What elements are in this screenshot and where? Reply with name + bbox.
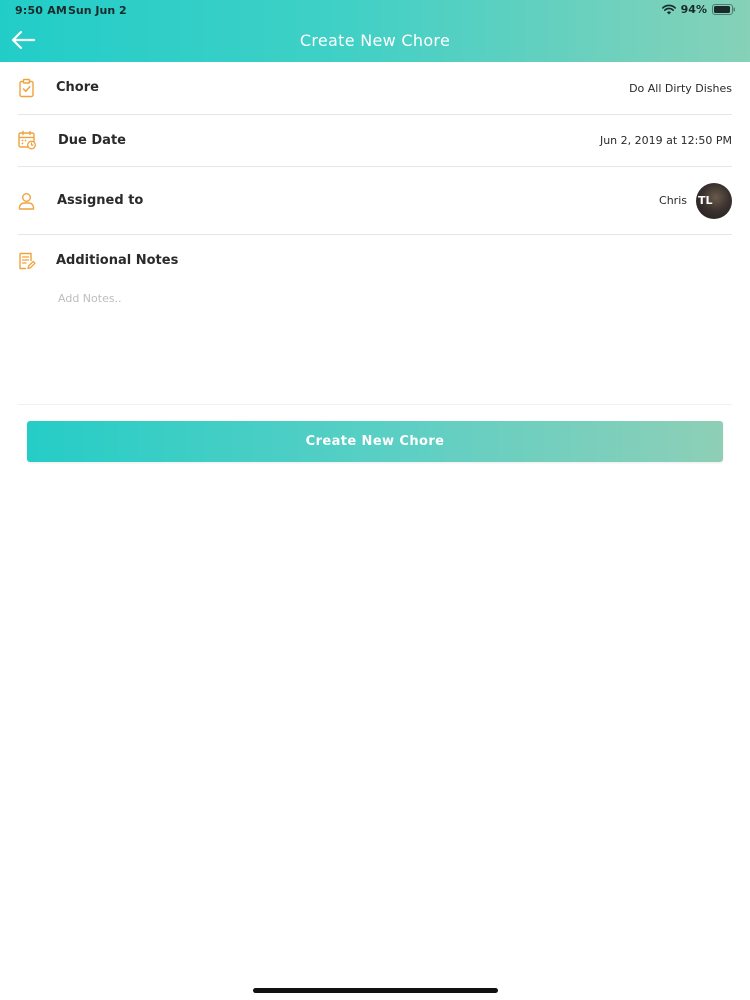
clipboard-check-icon	[17, 78, 37, 98]
notes-input[interactable]	[58, 292, 718, 392]
chore-row[interactable]: Chore Do All Dirty Dishes	[0, 62, 750, 114]
notes-label: Additional Notes	[56, 253, 179, 268]
divider	[18, 404, 732, 405]
due-date-label: Due Date	[58, 133, 126, 148]
status-time: 9:50 AM	[15, 4, 68, 17]
status-bar: 9:50 AM Sun Jun 2 94%	[0, 0, 750, 20]
status-date: Sun Jun 2	[68, 4, 127, 17]
due-date-row[interactable]: Due Date Jun 2, 2019 at 12:50 PM	[0, 115, 750, 166]
wifi-icon	[661, 4, 676, 15]
assigned-to-label: Assigned to	[57, 193, 144, 208]
assignee-name[interactable]: Chris	[659, 194, 687, 207]
create-chore-button[interactable]: Create New Chore	[27, 421, 723, 462]
battery-icon	[712, 4, 736, 15]
chore-value[interactable]: Do All Dirty Dishes	[629, 82, 732, 95]
user-icon	[17, 191, 37, 211]
assigned-to-row[interactable]: Assigned to Chris TL	[0, 167, 750, 234]
note-edit-icon	[17, 251, 37, 271]
app-header: 9:50 AM Sun Jun 2 94% Create New Chore	[0, 0, 750, 62]
battery-percent: 94%	[680, 3, 707, 16]
chore-label: Chore	[56, 80, 99, 95]
status-indicators: 94%	[661, 3, 736, 16]
avatar[interactable]: TL	[696, 183, 732, 219]
avatar-initials: TL	[698, 194, 713, 207]
home-indicator	[253, 988, 498, 993]
due-date-value[interactable]: Jun 2, 2019 at 12:50 PM	[600, 134, 732, 147]
page-title: Create New Chore	[299, 31, 451, 50]
calendar-clock-icon	[17, 130, 37, 150]
